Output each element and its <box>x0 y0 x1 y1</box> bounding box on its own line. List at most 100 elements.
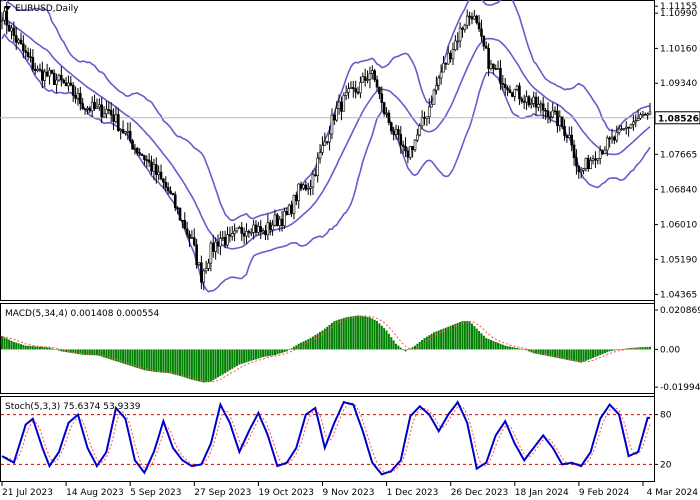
macd-bar <box>17 343 20 350</box>
macd-bar <box>501 344 504 350</box>
candle-body <box>162 178 165 183</box>
candle-body <box>333 114 336 121</box>
symbol-dropdown-icon[interactable] <box>4 6 11 11</box>
candle-body <box>565 135 569 138</box>
macd-bar <box>205 349 208 383</box>
macd-bar <box>31 346 34 350</box>
candle-body <box>228 234 232 237</box>
macd-bar <box>81 349 84 355</box>
candle-body <box>7 24 11 32</box>
candle-body <box>632 121 635 125</box>
macd-bar <box>155 349 158 373</box>
macd-bar <box>264 349 267 357</box>
candle-body <box>223 237 227 246</box>
macd-bar <box>262 349 265 358</box>
macd-bar <box>36 346 39 350</box>
macd-signal-line <box>1 315 651 383</box>
candle-body <box>378 86 381 95</box>
macd-bar <box>117 349 120 362</box>
macd-bar <box>349 316 352 350</box>
candle-body <box>264 230 267 236</box>
candle-body <box>380 93 384 103</box>
macd-bar <box>340 318 343 350</box>
macd-bar <box>133 349 136 368</box>
candle-body <box>487 48 490 69</box>
candle-body <box>79 93 82 104</box>
candle-body <box>285 210 289 215</box>
candle-body <box>173 194 177 209</box>
candle-body <box>634 120 638 123</box>
candle-body <box>154 164 158 175</box>
macd-bar <box>504 345 507 350</box>
macd-bar <box>433 332 435 350</box>
candle-body <box>522 101 526 103</box>
macd-bar <box>475 328 478 350</box>
macd-bar <box>207 349 210 382</box>
macd-bar <box>273 349 276 356</box>
macd-bar <box>50 348 53 350</box>
candle-body <box>133 147 137 150</box>
macd-bar <box>518 348 521 350</box>
candle-body <box>551 110 554 118</box>
candle-body <box>577 165 581 173</box>
macd-bar <box>202 349 205 383</box>
macd-bar <box>195 349 198 381</box>
date-tick-label: 4 Mar 2024 <box>647 488 699 498</box>
candle-body <box>38 68 42 71</box>
candle-body <box>26 52 30 57</box>
macd-bar <box>378 323 381 350</box>
candle-body <box>323 141 327 146</box>
macd-bar <box>295 345 298 350</box>
candle-body <box>454 40 457 51</box>
price-tick-label: 1.07665 <box>660 150 697 160</box>
candle-body <box>254 224 258 233</box>
macd-bar <box>143 349 146 371</box>
stoch-plot <box>1 400 654 476</box>
candle-body <box>12 27 16 36</box>
macd-bar <box>290 348 293 350</box>
macd-bar <box>565 349 568 360</box>
macd-bar <box>575 349 578 362</box>
macd-bar <box>307 339 310 350</box>
candle-body <box>496 68 500 70</box>
candle-body <box>81 103 85 110</box>
candle-body <box>442 62 445 73</box>
macd-bar <box>93 349 96 356</box>
macd-bar <box>157 349 160 373</box>
macd-bar <box>461 321 464 350</box>
macd-bar <box>385 330 388 350</box>
candle-body <box>636 118 640 121</box>
candle-body <box>525 96 528 103</box>
macd-bar <box>466 321 469 350</box>
macd-bar <box>186 349 189 379</box>
candle-body <box>107 109 111 111</box>
date-tick-label: 1 Dec 2023 <box>387 488 439 498</box>
macd-bar <box>193 349 196 381</box>
date-tick-label: 19 Oct 2023 <box>258 488 314 498</box>
candle-body <box>316 157 319 176</box>
candle-body <box>361 76 365 83</box>
candle-body <box>247 230 251 233</box>
macd-bar <box>584 349 587 361</box>
candle-body <box>261 230 265 233</box>
macd-bar <box>43 347 46 350</box>
candle-body <box>615 131 619 141</box>
candle-body <box>197 262 201 266</box>
candle-body <box>411 146 414 151</box>
macd-bar <box>468 321 471 350</box>
candle-body <box>152 164 156 172</box>
candle-body <box>171 193 175 195</box>
current-price-label: 1.08526 <box>658 114 699 124</box>
macd-bar <box>226 349 229 372</box>
macd-bar <box>592 349 595 358</box>
candle-body <box>69 82 73 86</box>
candle-body <box>190 237 194 239</box>
macd-bar <box>425 336 428 350</box>
macd-bar <box>46 347 49 350</box>
candle-body <box>109 109 113 116</box>
candle-body <box>624 126 628 129</box>
candle-body <box>584 157 588 169</box>
candle-body <box>93 101 96 109</box>
candle-body <box>273 214 277 226</box>
candle-body <box>50 69 54 74</box>
